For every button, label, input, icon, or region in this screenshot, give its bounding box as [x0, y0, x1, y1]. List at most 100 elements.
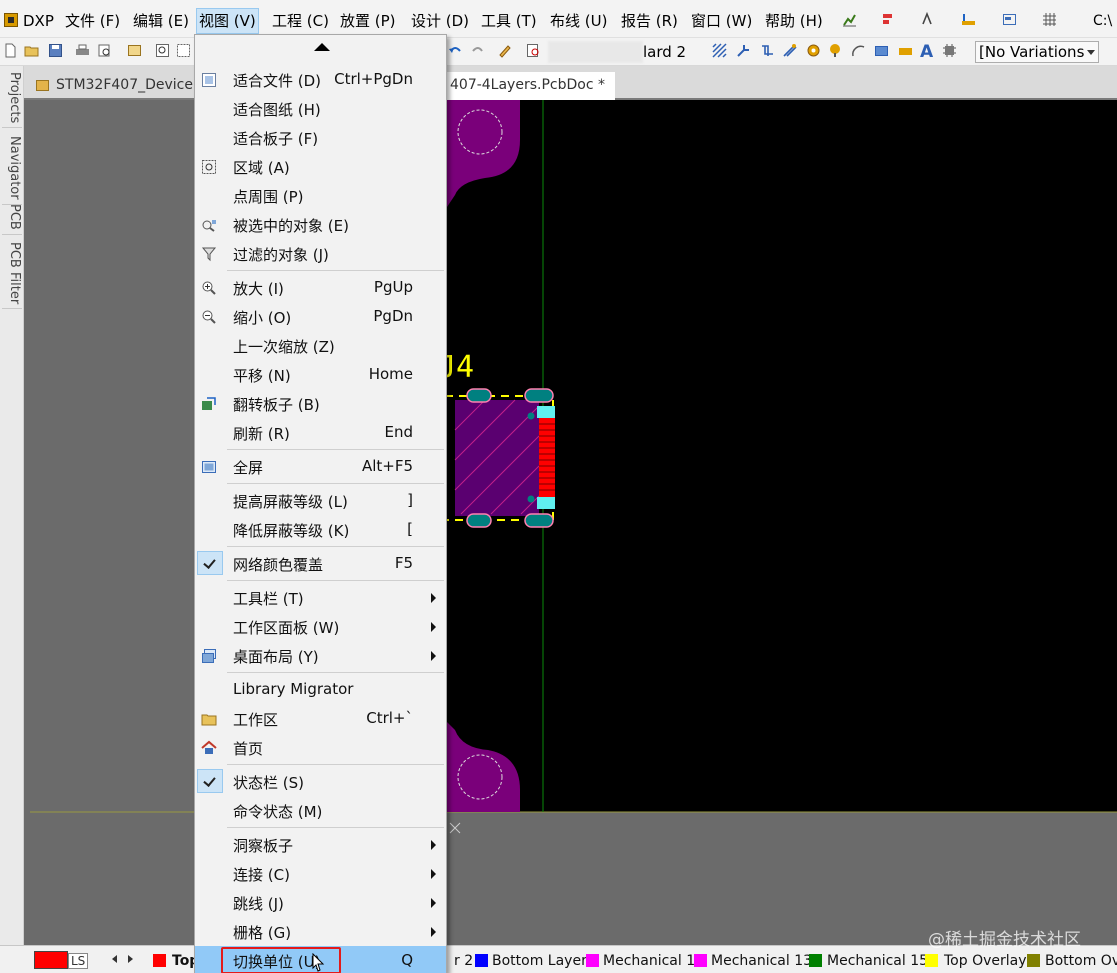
- layer-tab-mechanical-15[interactable]: Mechanical 15: [827, 951, 928, 973]
- menu-item-workspace-panels[interactable]: 工作区面板 (W): [195, 612, 446, 641]
- print-preview-icon[interactable]: [97, 43, 112, 58]
- menu-item-status-bar[interactable]: 状态栏 (S): [195, 767, 446, 796]
- flip-board-icon: [202, 397, 216, 410]
- layer-tab-bottom-overlay[interactable]: Bottom Ove: [1045, 951, 1117, 973]
- layer-tab-bottom[interactable]: Bottom Layer: [492, 951, 587, 973]
- menu-reports[interactable]: 报告 (R): [621, 10, 678, 32]
- redo-icon[interactable]: [470, 43, 485, 58]
- text-style-icon[interactable]: [920, 12, 935, 27]
- menu-item-connections[interactable]: 连接 (C): [195, 859, 446, 888]
- pad[interactable]: [524, 513, 554, 528]
- panel-tab-pcb[interactable]: PCB: [2, 204, 22, 235]
- menu-item-grids[interactable]: 栅格 (G): [195, 917, 446, 946]
- route-icon[interactable]: [736, 43, 751, 58]
- polygon-pour-icon[interactable]: [712, 43, 727, 58]
- layer-set-label[interactable]: LS: [68, 953, 89, 969]
- menu-window[interactable]: 窗口 (W): [691, 10, 752, 32]
- room-icon[interactable]: [1002, 12, 1017, 27]
- menu-item-home[interactable]: 首页: [195, 733, 446, 762]
- menu-item-fit-sheet[interactable]: 适合图纸 (H): [195, 94, 446, 123]
- new-file-icon[interactable]: [3, 43, 18, 58]
- menu-item-workspace[interactable]: 工作区 Ctrl+`: [195, 704, 446, 733]
- menu-item-flip-board[interactable]: 翻转板子 (B): [195, 389, 446, 418]
- open-folder-icon[interactable]: [24, 43, 39, 58]
- menu-item-command-status[interactable]: 命令状态 (M): [195, 796, 446, 825]
- menu-item-jumpers[interactable]: 跳线 (J): [195, 888, 446, 917]
- fullscreen-icon: [202, 461, 216, 473]
- tab-pcb-document[interactable]: 407-4Layers.PcbDoc *: [442, 72, 615, 100]
- layer-tab-mechanical-1[interactable]: Mechanical 1: [603, 951, 695, 973]
- arc-icon[interactable]: [851, 43, 866, 58]
- menu-item-fit-document[interactable]: 适合文件 (D) Ctrl+PgDn: [195, 65, 446, 94]
- align-icon[interactable]: [881, 12, 896, 27]
- zoom-area-toolbar-icon[interactable]: [176, 43, 191, 58]
- pad[interactable]: [466, 513, 492, 528]
- solid-region-icon[interactable]: [898, 43, 913, 58]
- menu-item-desktop-layouts[interactable]: 桌面布局 (Y): [195, 641, 446, 670]
- menu-item-filtered-objects[interactable]: 过滤的对象 (J): [195, 239, 446, 268]
- print-icon[interactable]: [75, 43, 90, 58]
- partial-combo-text[interactable]: lard 2: [643, 42, 686, 62]
- menu-item-pan[interactable]: 平移 (N) Home: [195, 360, 446, 389]
- menu-view[interactable]: 视图 (V): [196, 8, 259, 34]
- menu-dxp[interactable]: DXP: [23, 10, 54, 32]
- layer-scroll-left-icon[interactable]: [112, 955, 117, 963]
- inspect-icon[interactable]: [526, 43, 541, 58]
- menu-tools[interactable]: 工具 (T): [481, 10, 537, 32]
- layer-tab-mechanical-13[interactable]: Mechanical 13: [711, 951, 812, 973]
- pad[interactable]: [466, 388, 492, 403]
- menu-scroll-up-icon[interactable]: [314, 43, 330, 51]
- chart-icon[interactable]: [842, 12, 857, 27]
- menu-item-previous-zoom[interactable]: 上一次缩放 (Z): [195, 331, 446, 360]
- menu-item-fit-board[interactable]: 适合板子 (F): [195, 123, 446, 152]
- open-project-icon[interactable]: [127, 43, 142, 58]
- multi-route-icon[interactable]: [782, 43, 797, 58]
- menu-item-label: 状态栏 (S): [233, 774, 304, 792]
- menu-item-label: 工具栏 (T): [233, 590, 304, 608]
- layer-scroll-right-icon[interactable]: [128, 955, 133, 963]
- menu-item-selected-objects[interactable]: 被选中的对象 (E): [195, 210, 446, 239]
- menu-item-raise-mask[interactable]: 提高屏蔽等级 (L) ]: [195, 486, 446, 515]
- menu-item-area[interactable]: 区域 (A): [195, 152, 446, 181]
- fill-icon[interactable]: [874, 43, 889, 58]
- menu-item-zoom-in[interactable]: 放大 (I) PgUp: [195, 273, 446, 302]
- menu-file[interactable]: 文件 (F): [65, 10, 120, 32]
- menu-item-lower-mask[interactable]: 降低屏蔽等级 (K) [: [195, 515, 446, 544]
- menu-place[interactable]: 放置 (P): [340, 10, 396, 32]
- pad[interactable]: [524, 388, 554, 403]
- variations-dropdown[interactable]: [No Variations: [975, 41, 1099, 63]
- pad-end-top[interactable]: [537, 406, 555, 418]
- menu-project[interactable]: 工程 (C): [272, 10, 329, 32]
- layer-tab-2[interactable]: r 2: [454, 951, 473, 973]
- menu-item-library-migrator[interactable]: Library Migrator: [195, 675, 446, 704]
- pad-icon[interactable]: [806, 43, 821, 58]
- menu-help[interactable]: 帮助 (H): [765, 10, 823, 32]
- ruler-icon[interactable]: [961, 12, 976, 27]
- menu-item-toolbars[interactable]: 工具栏 (T): [195, 583, 446, 612]
- layer-tab-top-overlay[interactable]: Top Overlay: [944, 951, 1027, 973]
- menu-route[interactable]: 布线 (U): [550, 10, 607, 32]
- menu-item-fullscreen[interactable]: 全屏 Alt+F5: [195, 452, 446, 481]
- panel-tab-navigator[interactable]: Navigator: [2, 136, 22, 205]
- tab-schematic[interactable]: STM32F407_Device.Sc: [26, 72, 214, 100]
- panel-tab-projects[interactable]: Projects: [2, 72, 22, 129]
- menu-item-net-color-override[interactable]: 网络颜色覆盖 F5: [195, 549, 446, 578]
- menu-item-board-insight[interactable]: 洞察板子: [195, 830, 446, 859]
- menu-design[interactable]: 设计 (D): [411, 10, 469, 32]
- menu-item-around-point[interactable]: 点周围 (P): [195, 181, 446, 210]
- diff-pair-icon[interactable]: [760, 43, 775, 58]
- grid-icon[interactable]: [1042, 12, 1057, 27]
- pencil-icon[interactable]: [497, 43, 512, 58]
- via-icon[interactable]: [828, 43, 843, 58]
- zoom-fit-icon[interactable]: [155, 43, 170, 58]
- menu-item-zoom-out[interactable]: 缩小 (O) PgDn: [195, 302, 446, 331]
- pad-end-bottom[interactable]: [537, 497, 555, 509]
- panel-tab-pcb-filter[interactable]: PCB Filter: [2, 242, 22, 310]
- component-icon[interactable]: [942, 43, 957, 58]
- string-icon[interactable]: A: [920, 41, 933, 63]
- menu-edit[interactable]: 编辑 (E): [133, 10, 189, 32]
- undo-icon[interactable]: [448, 43, 463, 58]
- current-layer-swatch[interactable]: [34, 951, 68, 969]
- menu-item-refresh[interactable]: 刷新 (R) End: [195, 418, 446, 447]
- save-icon[interactable]: [48, 43, 63, 58]
